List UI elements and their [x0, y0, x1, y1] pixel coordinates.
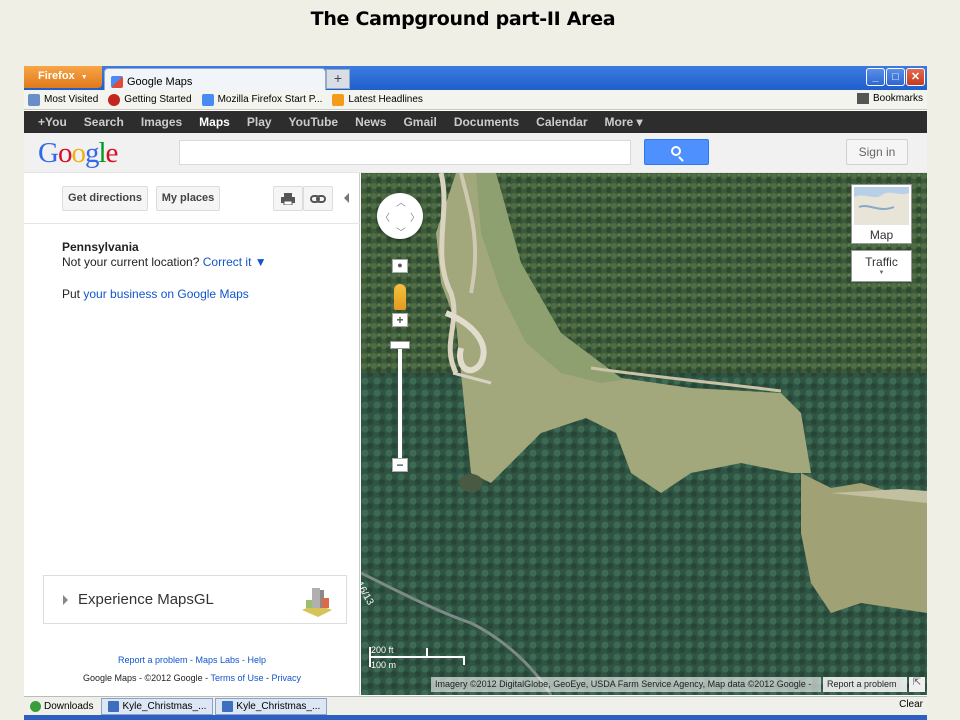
downloads-icon — [30, 700, 41, 712]
business-link[interactable]: your business on Google Maps — [83, 287, 248, 301]
search-icon — [671, 146, 681, 156]
sign-in-button[interactable]: Sign in — [846, 139, 908, 165]
word-doc-icon — [108, 700, 120, 712]
search-button[interactable] — [644, 139, 709, 165]
mapsgl-label: Experience MapsGL — [78, 591, 214, 608]
firefox-menu-button[interactable]: Firefox ▼ — [24, 66, 102, 88]
print-icon — [281, 193, 295, 206]
tab-bar: Firefox ▼ Google Maps + _ □ ✕ — [24, 66, 927, 90]
location-name: Pennsylvania — [62, 240, 139, 254]
scale-bar: 200 ft 100 m — [369, 645, 469, 670]
zoom-slider-thumb[interactable] — [390, 341, 410, 349]
privacy-link[interactable]: Privacy — [272, 673, 302, 683]
download-item[interactable]: Kyle_Christmas_... — [101, 697, 214, 715]
google-maps-favicon-icon — [111, 75, 123, 88]
report-problem-button[interactable]: Report a problem — [823, 677, 907, 692]
gbar-news[interactable]: News — [355, 115, 386, 129]
maximize-button[interactable]: □ — [886, 68, 905, 86]
chevron-down-icon: ▼ — [878, 270, 885, 276]
minimize-button[interactable]: _ — [866, 68, 885, 86]
satellite-imagery — [361, 173, 927, 695]
print-button[interactable] — [273, 186, 303, 211]
buildings-3d-icon — [302, 588, 332, 617]
google-icon — [201, 93, 214, 106]
gbar-images[interactable]: Images — [141, 115, 182, 129]
gbar-youtube[interactable]: YouTube — [289, 115, 339, 129]
zoom-in-button[interactable]: + — [392, 313, 408, 327]
pan-left-icon[interactable]: 〈 — [380, 209, 390, 224]
close-button[interactable]: ✕ — [906, 68, 925, 86]
street-view-pegman-icon[interactable] — [394, 284, 406, 310]
collapse-panel-icon[interactable] — [344, 193, 349, 203]
window-controls: _ □ ✕ — [866, 68, 925, 86]
download-item[interactable]: Kyle_Christmas_... — [215, 697, 328, 715]
pan-right-icon[interactable]: 〉 — [410, 209, 420, 224]
tab-google-maps[interactable]: Google Maps — [104, 68, 326, 90]
slide-title: The Campground part-II Area — [310, 8, 616, 30]
resize-icon[interactable]: ⇱ — [909, 677, 925, 692]
reset-view-button[interactable]: ● — [392, 259, 408, 273]
gbar-documents[interactable]: Documents — [454, 115, 519, 129]
gbar-you[interactable]: +You — [38, 115, 67, 129]
search-input[interactable] — [179, 140, 631, 165]
traffic-button[interactable]: Traffic ▼ — [851, 250, 912, 282]
left-panel: Get directions My places Pennsylvania No… — [24, 173, 360, 695]
folder-icon — [28, 93, 40, 106]
location-question: Not your current location? Correct it ▼ — [62, 255, 267, 269]
gbar-more[interactable]: More ▾ — [605, 115, 643, 129]
word-doc-icon — [222, 700, 234, 712]
expand-arrow-icon — [63, 595, 68, 605]
tab-title: Google Maps — [127, 75, 193, 88]
pan-control[interactable]: ︿ ﹀ 〈 〉 — [377, 193, 423, 239]
map-thumbnail-icon — [854, 187, 909, 225]
map-type-button[interactable]: Map — [851, 184, 912, 244]
downloads-bar: Downloads Kyle_Christmas_... Kyle_Christ… — [24, 696, 927, 715]
chevron-down-icon: ▼ — [80, 74, 88, 81]
zoom-slider-track[interactable] — [398, 343, 402, 469]
bookmarks-toolbar: Most Visited Getting Started Mozilla Fir… — [24, 90, 927, 110]
map-attribution: Imagery ©2012 DigitalGlobe, GeoEye, USDA… — [431, 677, 821, 692]
link-button[interactable] — [303, 186, 333, 211]
link-icon — [310, 195, 326, 203]
bookmarks-menu-button[interactable]: Bookmarks — [856, 93, 923, 104]
bookmark-most-visited[interactable]: Most Visited — [28, 93, 98, 106]
taskbar-edge — [24, 715, 927, 720]
bookmark-mozilla-start[interactable]: Mozilla Firefox Start P... — [201, 93, 322, 106]
browser-window: Firefox ▼ Google Maps + _ □ ✕ Most Visite… — [24, 66, 927, 720]
footer-links[interactable]: Report a problem - Maps Labs - Help — [24, 655, 360, 665]
pan-down-icon[interactable]: ﹀ — [396, 224, 406, 239]
bookmark-getting-started[interactable]: Getting Started — [108, 93, 192, 106]
zoom-out-button[interactable]: − — [392, 458, 408, 472]
firefox-icon — [108, 93, 121, 106]
terms-link[interactable]: Terms of Use — [211, 673, 264, 683]
bookmark-latest-headlines[interactable]: Latest Headlines — [332, 93, 423, 106]
business-promo: Put your business on Google Maps — [62, 287, 249, 301]
mapsgl-promo[interactable]: Experience MapsGL — [43, 575, 347, 624]
pan-up-icon[interactable]: ︿ — [396, 194, 406, 209]
downloads-button[interactable]: Downloads — [24, 697, 100, 715]
gbar-calendar[interactable]: Calendar — [536, 115, 587, 129]
google-header: Google Sign in — [24, 133, 927, 173]
rss-icon — [332, 93, 345, 106]
divider — [24, 223, 360, 224]
correct-location-link[interactable]: Correct it ▼ — [203, 255, 267, 269]
copyright: Google Maps - ©2012 Google - Terms of Us… — [82, 673, 302, 683]
star-icon — [856, 93, 869, 104]
gbar-search[interactable]: Search — [84, 115, 124, 129]
gbar-play[interactable]: Play — [247, 115, 272, 129]
gbar-gmail[interactable]: Gmail — [403, 115, 436, 129]
get-directions-button[interactable]: Get directions — [62, 186, 148, 211]
my-places-button[interactable]: My places — [156, 186, 220, 211]
satellite-map[interactable]: ︿ ﹀ 〈 〉 ● + − Map Traffic ▼ 16/13 200 ft — [361, 173, 927, 695]
gbar-maps[interactable]: Maps — [199, 115, 230, 129]
new-tab-button[interactable]: + — [326, 69, 350, 89]
clear-downloads-button[interactable]: Clear — [899, 699, 923, 710]
google-logo[interactable]: Google — [38, 137, 118, 170]
google-nav-bar: +You Search Images Maps Play YouTube New… — [24, 111, 927, 133]
map-type-label: Map — [869, 228, 894, 242]
